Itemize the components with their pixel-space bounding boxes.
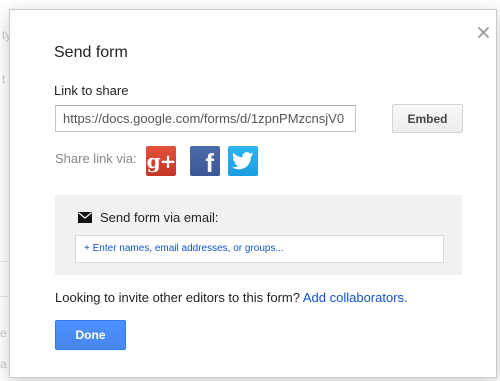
google-plus-icon: g+ — [146, 149, 177, 173]
share-link-via-label: Share link via: — [55, 151, 137, 166]
twitter-icon — [232, 152, 254, 170]
embed-button[interactable]: Embed — [392, 104, 463, 133]
background-text-fragment: t — [2, 72, 6, 86]
send-form-dialog: Send form Link to share https://docs.goo… — [9, 9, 497, 378]
add-collaborators-link[interactable]: Add collaborators. — [303, 290, 408, 305]
dialog-title: Send form — [54, 44, 128, 61]
invite-collaborators-text: Looking to invite other editors to this … — [55, 290, 408, 305]
email-share-heading: Send form via email: — [78, 210, 219, 225]
email-recipients-input[interactable]: + Enter names, email addresses, or group… — [75, 235, 444, 263]
email-share-panel: Send form via email: + Enter names, emai… — [55, 195, 462, 275]
page: ty t e a Send form Link to share https:/… — [0, 0, 500, 381]
close-icon — [477, 26, 489, 38]
invite-prompt: Looking to invite other editors to this … — [55, 290, 303, 305]
twitter-share-button[interactable] — [228, 146, 258, 176]
background-text-fragment: a — [0, 357, 7, 371]
google-plus-share-button[interactable]: g+ — [146, 146, 176, 176]
email-share-heading-text: Send form via email: — [100, 210, 219, 225]
background-text-fragment: e — [0, 326, 7, 340]
done-button[interactable]: Done — [55, 320, 126, 350]
link-to-share-label: Link to share — [54, 83, 129, 98]
share-link-field[interactable]: https://docs.google.com/forms/d/1zpnPMzc… — [55, 105, 356, 132]
close-button[interactable] — [475, 24, 491, 40]
envelope-icon — [78, 212, 92, 223]
facebook-icon: f — [205, 147, 214, 178]
facebook-share-button[interactable]: f — [190, 146, 220, 178]
